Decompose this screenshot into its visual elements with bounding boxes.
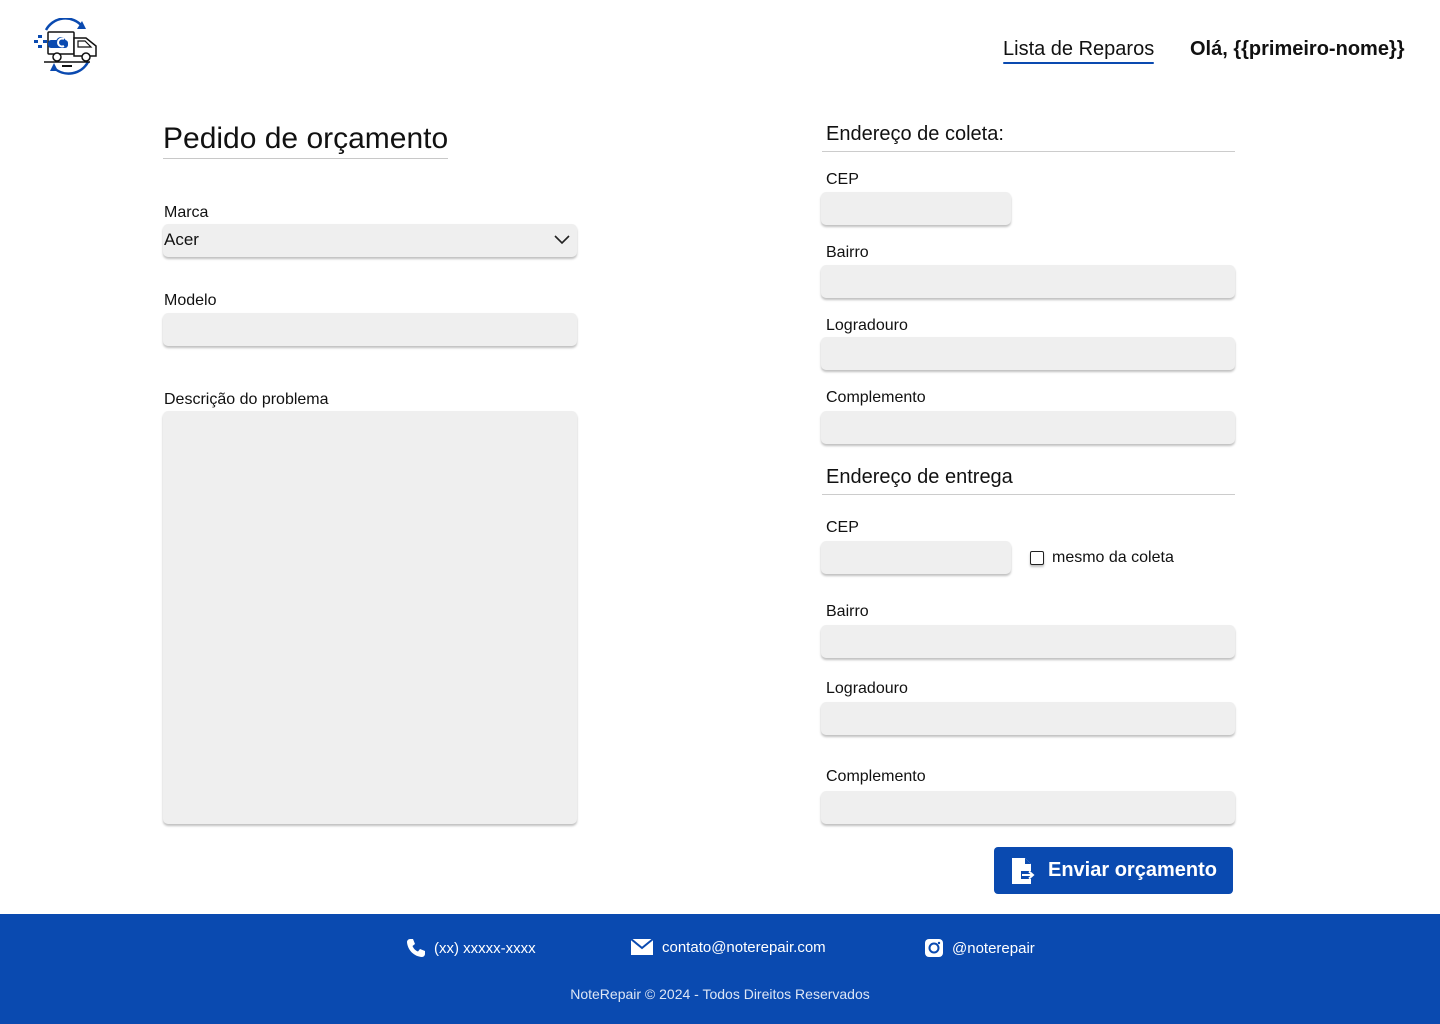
brand-select-value: Acer bbox=[164, 230, 199, 249]
send-quote-label: Enviar orçamento bbox=[1048, 859, 1217, 881]
same-as-pickup-option[interactable]: mesmo da coleta bbox=[1030, 549, 1174, 567]
footer-instagram[interactable]: @noterepair bbox=[924, 938, 1035, 958]
description-label: Descrição do problema bbox=[164, 391, 329, 408]
description-textarea[interactable] bbox=[163, 411, 577, 824]
page-title: Pedido de orçamento bbox=[163, 122, 449, 159]
delivery-logradouro-input[interactable] bbox=[821, 702, 1235, 735]
same-as-pickup-label[interactable]: mesmo da coleta bbox=[1052, 549, 1174, 567]
footer-email-text: contato@noterepair.com bbox=[662, 938, 826, 956]
delivery-complemento-input[interactable] bbox=[821, 791, 1235, 824]
footer: (xx) xxxxx-xxxx contato@noterepair.com @… bbox=[0, 914, 1440, 1024]
phone-icon bbox=[407, 939, 425, 957]
delivery-logradouro-label: Logradouro bbox=[826, 680, 908, 697]
delivery-section-title: Endereço de entrega bbox=[822, 466, 1235, 495]
footer-phone-text: (xx) xxxxx-xxxx bbox=[434, 939, 536, 957]
user-greeting: Olá, {{primeiro-nome}} bbox=[1190, 38, 1405, 60]
footer-instagram-text: @noterepair bbox=[952, 939, 1035, 957]
chevron-down-icon bbox=[554, 235, 570, 245]
footer-phone[interactable]: (xx) xxxxx-xxxx bbox=[406, 938, 536, 958]
pickup-bairro-input[interactable] bbox=[821, 265, 1235, 298]
delivery-bairro-input[interactable] bbox=[821, 625, 1235, 658]
footer-email[interactable]: contato@noterepair.com bbox=[630, 938, 826, 956]
delivery-bairro-label: Bairro bbox=[826, 603, 869, 620]
logo-icon[interactable] bbox=[30, 17, 102, 76]
model-input[interactable] bbox=[163, 313, 577, 346]
send-document-icon bbox=[1012, 857, 1035, 884]
brand-select[interactable]: Acer bbox=[163, 224, 577, 257]
nav-lista-de-reparos-link[interactable]: Lista de Reparos bbox=[1003, 38, 1155, 64]
instagram-icon bbox=[925, 939, 943, 957]
delivery-cep-input[interactable] bbox=[821, 541, 1011, 574]
footer-copyright: NoteRepair © 2024 - Todos Direitos Reser… bbox=[570, 986, 870, 1002]
send-quote-button[interactable]: Enviar orçamento bbox=[994, 847, 1233, 894]
delivery-cep-label: CEP bbox=[826, 519, 859, 536]
pickup-complemento-input[interactable] bbox=[821, 411, 1235, 444]
mail-icon bbox=[630, 938, 654, 955]
model-label: Modelo bbox=[164, 292, 217, 309]
delivery-complemento-label: Complemento bbox=[826, 768, 926, 785]
pickup-cep-input[interactable] bbox=[821, 192, 1011, 225]
pickup-logradouro-label: Logradouro bbox=[826, 317, 908, 334]
brand-label: Marca bbox=[164, 204, 209, 221]
pickup-bairro-label: Bairro bbox=[826, 244, 869, 261]
pickup-complemento-label: Complemento bbox=[826, 389, 926, 406]
pickup-cep-label: CEP bbox=[826, 171, 859, 188]
pickup-section-title: Endereço de coleta: bbox=[822, 123, 1235, 152]
pickup-logradouro-input[interactable] bbox=[821, 337, 1235, 370]
same-as-pickup-checkbox[interactable] bbox=[1030, 551, 1044, 565]
